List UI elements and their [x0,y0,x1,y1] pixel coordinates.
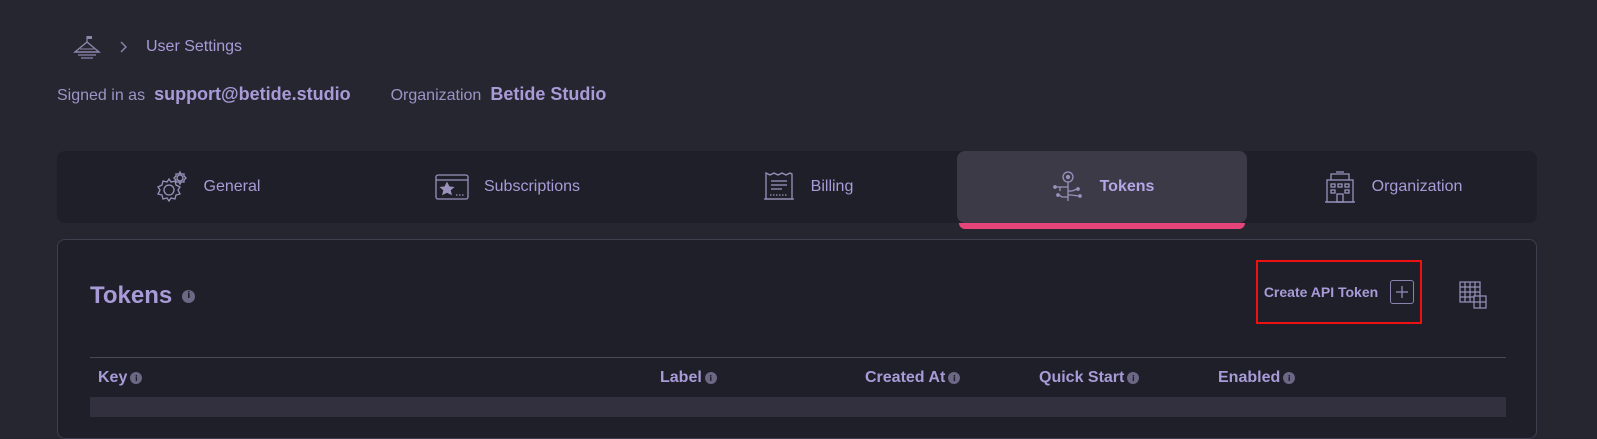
info-icon[interactable]: i [1283,372,1296,384]
organization-label: Organization [390,87,482,104]
tab-label: Organization [1371,178,1463,195]
star-card-icon [434,169,470,205]
table-header: Key i Label i Created At i Quick Start i Ena… [90,357,1506,397]
signed-in-label: Signed in as [57,87,146,104]
tab-billing[interactable]: Billing [657,151,957,223]
tab-organization[interactable]: Organization [1247,151,1537,223]
chevron-right-icon [120,41,132,53]
tab-label: General [203,178,261,195]
info-icon[interactable]: i [704,372,717,384]
tab-general[interactable]: General [57,151,357,223]
key-icon [1050,169,1086,205]
tokens-panel: Tokens i Create API Token Key i Label i Cr… [57,239,1537,439]
organization-name: Betide Studio [490,84,607,104]
gear-icon [154,169,190,205]
breadcrumb: User Settings [72,34,242,60]
user-email: support@betide.studio [154,84,351,104]
column-header-created-at[interactable]: Created At i [865,369,961,387]
column-header-enabled[interactable]: Enabled i [1218,369,1296,387]
info-icon[interactable]: i [1127,372,1140,384]
panel-title: Tokens [90,282,173,309]
column-header-quick-start[interactable]: Quick Start i [1039,369,1140,387]
info-icon[interactable]: i [182,289,196,303]
column-header-label[interactable]: Label i [660,369,717,387]
receipt-icon [761,169,797,205]
tab-label: Billing [810,178,854,195]
breadcrumb-current: User Settings [146,38,243,55]
info-icon[interactable]: i [130,372,143,384]
panel-header: Tokens i [90,282,196,310]
tab-label: Tokens [1099,178,1155,195]
table-body [90,397,1506,417]
create-api-token-label: Create API Token [1263,284,1379,300]
grid-columns-icon[interactable] [1458,280,1488,310]
column-header-key[interactable]: Key i [98,369,143,387]
account-info: Signed in as support@betide.studio Organ… [57,84,606,108]
plus-square-icon [1390,280,1415,304]
create-api-token-button[interactable]: Create API Token [1256,260,1422,324]
building-icon [1322,169,1358,205]
tab-tokens[interactable]: Tokens [957,151,1247,229]
settings-tabs: General Subscriptions Billing Tokens Org… [57,151,1537,229]
tab-label: Subscriptions [483,178,581,195]
tab-subscriptions[interactable]: Subscriptions [357,151,657,223]
info-icon[interactable]: i [948,372,961,384]
company-logo-icon[interactable] [72,34,102,60]
